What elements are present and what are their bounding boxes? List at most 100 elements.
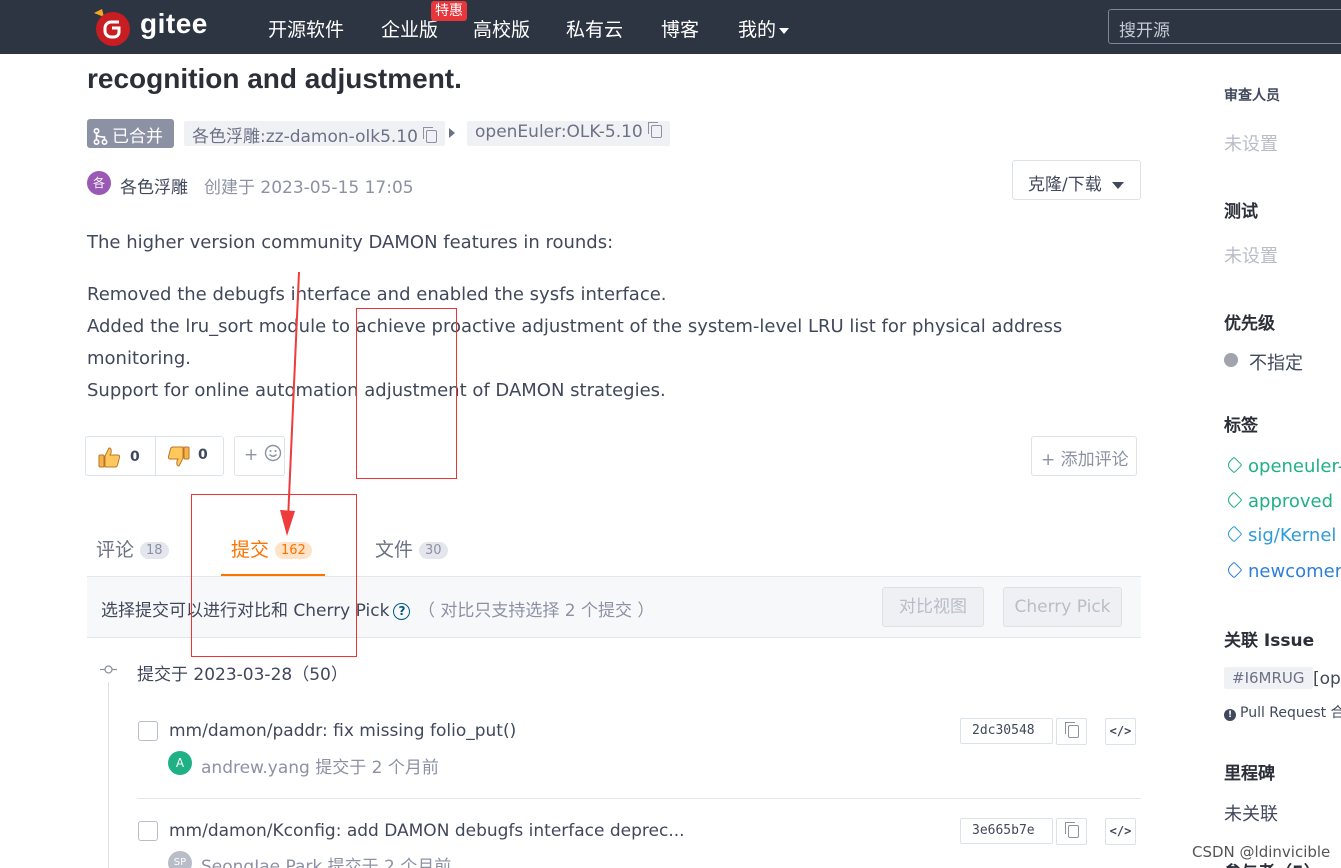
browse-code-button[interactable]: </> xyxy=(1105,818,1136,845)
commit-author-avatar[interactable]: A xyxy=(168,751,192,775)
merged-status-text: 已合并 xyxy=(112,127,163,147)
tag-icon xyxy=(1225,561,1243,579)
labels-heading: 标签 xyxy=(1224,416,1258,436)
cherry-pick-button[interactable]: Cherry Pick xyxy=(1003,587,1122,627)
tab-label: 提交 xyxy=(231,539,270,561)
commit-divider xyxy=(137,798,1141,799)
thumbs-up-button[interactable]: 0 xyxy=(98,437,140,475)
nav-blog[interactable]: 博客 xyxy=(661,15,699,42)
description-line: Support for online automation adjustment… xyxy=(87,380,666,401)
label-approved[interactable]: approved xyxy=(1225,491,1334,512)
source-branch-label: 各色浮雕:zz-damon-olk5.10 xyxy=(192,127,418,147)
priority-dot-icon xyxy=(1224,353,1238,367)
gitee-logo-icon[interactable] xyxy=(92,7,132,47)
commit-author-avatar[interactable]: SP xyxy=(168,851,192,868)
thumbs-down-count: 0 xyxy=(198,447,208,463)
commit-node-icon xyxy=(100,665,117,674)
source-branch[interactable]: 各色浮雕:zz-damon-olk5.10 xyxy=(184,121,445,147)
clone-download-button[interactable]: 克隆/下载 xyxy=(1012,160,1141,200)
target-branch-label: openEuler:OLK-5.10 xyxy=(475,122,643,142)
commit-sha[interactable]: 2dc30548 xyxy=(960,718,1053,744)
active-tab-indicator xyxy=(221,574,325,576)
thumbs-up-count: 0 xyxy=(130,449,140,465)
nav-mine-label: 我的 xyxy=(738,19,777,41)
browse-code-button[interactable]: </> xyxy=(1105,718,1136,745)
info-icon: ! xyxy=(1224,709,1236,721)
label-text: sig/Kernel xyxy=(1248,525,1337,546)
label-text: openeuler-c xyxy=(1248,456,1341,477)
target-branch[interactable]: openEuler:OLK-5.10 xyxy=(467,121,670,146)
tab-label: 文件 xyxy=(375,539,414,561)
copy-sha-button[interactable] xyxy=(1056,818,1087,845)
tab-count-badge: 162 xyxy=(275,542,312,559)
author-name[interactable]: 各色浮雕 xyxy=(120,173,188,198)
milestone-heading: 里程碑 xyxy=(1224,764,1275,784)
label-sig-kernel[interactable]: sig/Kernel xyxy=(1225,525,1337,546)
add-emoji-content: + xyxy=(244,437,282,475)
clone-download-label: 克隆/下载 xyxy=(1028,175,1102,195)
tab-label: 评论 xyxy=(96,539,135,561)
tab-count-badge: 18 xyxy=(140,542,169,559)
tab-commits[interactable]: 提交 162 xyxy=(231,535,312,562)
issue-title[interactable]: [ope xyxy=(1313,669,1341,689)
commits-info-label: 选择提交可以进行对比和 Cherry Pick xyxy=(101,601,390,621)
nav-enterprise[interactable]: 企业版 xyxy=(381,15,438,42)
top-navbar: gitee 开源软件 企业版 特惠 高校版 私有云 博客 我的 搜开源 xyxy=(0,0,1341,54)
copy-icon xyxy=(1065,822,1079,838)
thumbs-up-icon xyxy=(98,447,121,468)
milestone-value: 未关联 xyxy=(1224,804,1278,825)
description-line: Removed the debugfs interface and enable… xyxy=(87,284,667,305)
tab-count-badge: 30 xyxy=(419,542,448,559)
chevron-down-icon xyxy=(1111,181,1124,189)
commit-group-date: 提交于 2023-03-28（50） xyxy=(137,665,348,685)
commit-checkbox[interactable] xyxy=(138,721,158,741)
nav-mine[interactable]: 我的 xyxy=(738,15,790,42)
copy-sha-button[interactable] xyxy=(1056,718,1087,745)
help-icon[interactable]: ? xyxy=(393,603,411,620)
testers-heading: 测试 xyxy=(1224,202,1258,222)
add-emoji-button[interactable]: + xyxy=(234,436,285,476)
timeline-line xyxy=(108,682,109,868)
label-newcomer[interactable]: newcomer xyxy=(1225,561,1341,582)
add-comment-button[interactable]: + 添加评论 xyxy=(1031,436,1137,476)
watermark: CSDN @ldinvicible xyxy=(1192,843,1331,861)
nav-university[interactable]: 高校版 xyxy=(473,15,530,42)
linked-issue-heading: 关联 Issue xyxy=(1224,631,1315,651)
commit-title[interactable]: mm/damon/paddr: fix missing folio_put() xyxy=(169,721,516,741)
nav-private-cloud[interactable]: 私有云 xyxy=(566,15,623,42)
priority-heading: 优先级 xyxy=(1224,314,1275,334)
tag-icon xyxy=(1225,491,1243,509)
tab-files[interactable]: 文件 30 xyxy=(375,535,448,562)
logo-text[interactable]: gitee xyxy=(140,8,208,40)
copy-icon[interactable] xyxy=(422,127,437,143)
commit-title[interactable]: mm/damon/Kconfig: add DAMON debugfs inte… xyxy=(169,821,685,841)
copy-icon xyxy=(1065,722,1079,738)
pr-note-text: Pull Request 合 xyxy=(1240,705,1341,721)
commit-meta: SeongJae Park 提交于 2 个月前 xyxy=(201,857,452,868)
thumbs-down-button[interactable]: 0 xyxy=(166,437,208,475)
reviewers-value: 未设置 xyxy=(1224,134,1278,155)
add-emoji-plus: + xyxy=(244,445,259,465)
description-line: monitoring. xyxy=(87,348,191,369)
compare-hint: （ 对比只支持选择 2 个提交 ） xyxy=(418,601,655,621)
created-time: 创建于 2023-05-15 17:05 xyxy=(204,178,414,198)
commit-sha[interactable]: 3e665b7e xyxy=(960,818,1053,844)
merged-status-badge: 已合并 xyxy=(87,119,174,148)
divider xyxy=(155,437,156,475)
label-openeuler[interactable]: openeuler-c xyxy=(1225,456,1341,477)
search-input[interactable]: 搜开源 xyxy=(1108,9,1341,44)
label-text: approved xyxy=(1248,491,1334,512)
commits-info-text: 选择提交可以进行对比和 Cherry Pick? xyxy=(101,596,411,621)
label-text: newcomer xyxy=(1248,561,1341,582)
issue-id-chip[interactable]: #I6MRUG xyxy=(1224,667,1313,689)
compare-view-button[interactable]: 对比视图 xyxy=(882,587,984,627)
tab-comments[interactable]: 评论 18 xyxy=(96,535,169,562)
commit-checkbox[interactable] xyxy=(138,821,158,841)
copy-icon[interactable] xyxy=(647,122,662,138)
commit-meta: andrew.yang 提交于 2 个月前 xyxy=(201,758,439,778)
priority-value: 不指定 xyxy=(1249,353,1303,374)
author-avatar[interactable]: 各 xyxy=(87,171,111,195)
chevron-down-icon xyxy=(779,27,790,34)
smiley-icon xyxy=(264,444,281,462)
nav-open-source[interactable]: 开源软件 xyxy=(268,15,344,42)
